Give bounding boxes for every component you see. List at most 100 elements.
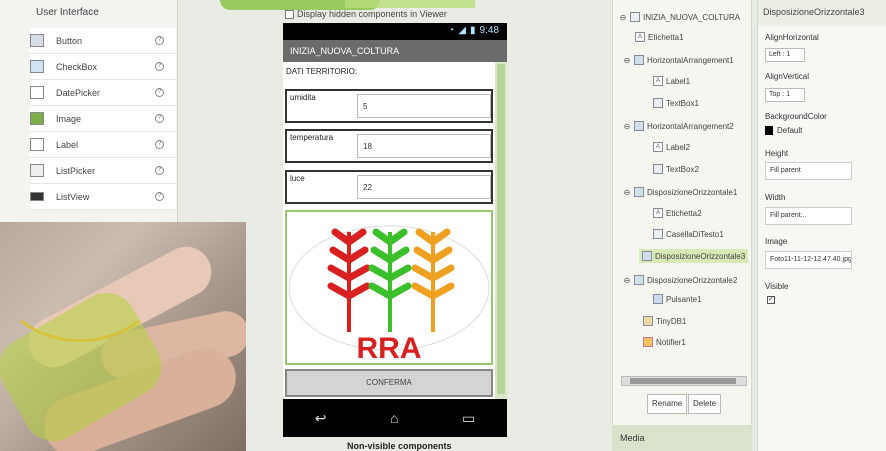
battery-icon: ▮ bbox=[470, 25, 476, 36]
tree-node-label: CasellaDiTesto1 bbox=[666, 229, 724, 239]
visible-label: Visible bbox=[765, 282, 789, 291]
image-icon bbox=[30, 112, 44, 125]
warning-icon bbox=[643, 337, 653, 347]
dati-label[interactable]: DATI TERRITORIO: bbox=[286, 67, 357, 76]
status-time: 9:48 bbox=[479, 25, 499, 36]
info-icon[interactable]: ? bbox=[155, 114, 164, 123]
info-icon[interactable]: ? bbox=[155, 88, 164, 97]
palette-item-listpicker[interactable]: ListPicker ? bbox=[30, 158, 176, 184]
width-field[interactable]: Fill parent... bbox=[765, 207, 852, 225]
recents-icon: ▭ bbox=[461, 409, 476, 426]
label2[interactable]: temperatura bbox=[290, 133, 333, 142]
palette-item-button[interactable]: Button ? bbox=[30, 28, 176, 54]
screen-icon bbox=[630, 12, 640, 22]
phone-preview: ◔ ◢ ▮ 9:48 INIZIA_NUOVA_COLTURA DATI TER… bbox=[283, 23, 507, 437]
label1[interactable]: umidita bbox=[290, 93, 316, 102]
tree-node-casella-di-testo1[interactable]: CasellaDiTesto1 bbox=[653, 229, 724, 239]
info-icon[interactable]: ? bbox=[155, 140, 164, 149]
checkbox-icon bbox=[30, 60, 44, 73]
info-icon[interactable]: ? bbox=[155, 192, 164, 201]
tree-node-tinydb1[interactable]: TinyDB1 bbox=[643, 316, 686, 326]
tree-node-label: Etichetta2 bbox=[666, 208, 702, 218]
hidden-components-label: Display hidden components in Viewer bbox=[297, 9, 447, 19]
tree-node-etichetta1[interactable]: A Etichetta1 bbox=[635, 32, 684, 42]
palette-title: User Interface bbox=[36, 7, 99, 18]
screen-scrollbar[interactable] bbox=[495, 62, 507, 399]
collapse-icon[interactable]: ⊖ bbox=[623, 188, 631, 197]
info-icon[interactable]: ? bbox=[155, 36, 164, 45]
tree-node-label: Label2 bbox=[666, 142, 691, 152]
align-vertical-select[interactable]: Top : 1 bbox=[765, 88, 805, 102]
textbox1[interactable]: 5 bbox=[357, 94, 491, 118]
tree-node-disposizione-orizzontale1[interactable]: ⊖ DisposizioneOrizzontale1 bbox=[623, 187, 737, 197]
arrangement-icon bbox=[634, 187, 644, 197]
components-tree: ⊖ INIZIA_NUOVA_COLTURA A Etichetta1 ⊖ Ho… bbox=[612, 0, 752, 425]
textbox2[interactable]: 18 bbox=[357, 134, 491, 158]
hidden-components-checkbox[interactable] bbox=[285, 9, 294, 19]
properties-component-name: DisposizioneOrizzontale3 bbox=[758, 0, 886, 26]
listpicker-icon bbox=[30, 164, 44, 177]
confirm-button[interactable]: CONFERMA bbox=[285, 369, 493, 397]
collapse-icon[interactable]: ⊖ bbox=[623, 56, 631, 65]
tree-node-label: Label1 bbox=[666, 76, 691, 86]
palette-item-datepicker[interactable]: DatePicker ? bbox=[30, 80, 176, 106]
background-color-value[interactable]: Default bbox=[777, 126, 802, 135]
tree-horizontal-scrollbar[interactable] bbox=[621, 376, 747, 386]
etichetta2[interactable]: luce bbox=[290, 174, 305, 183]
rra-logo: RRA bbox=[288, 225, 490, 363]
palette-item-listview[interactable]: ListView ? bbox=[30, 184, 176, 210]
image-label: Image bbox=[765, 237, 788, 246]
textbox-icon bbox=[653, 229, 663, 239]
tree-node-label: DisposizioneOrizzontale3 bbox=[655, 251, 746, 261]
collapse-icon[interactable]: ⊖ bbox=[623, 276, 631, 285]
tree-node-screen[interactable]: ⊖ INIZIA_NUOVA_COLTURA bbox=[619, 12, 740, 22]
tree-node-notifier1[interactable]: Notifier1 bbox=[643, 337, 686, 347]
background-color-swatch[interactable] bbox=[765, 126, 773, 135]
hand-sensor-photo bbox=[0, 222, 246, 451]
datepicker-icon bbox=[30, 86, 44, 99]
height-field[interactable]: Fill parent bbox=[765, 162, 852, 180]
palette-item-checkbox[interactable]: CheckBox ? bbox=[30, 54, 176, 80]
tree-node-label2[interactable]: A Label2 bbox=[653, 142, 690, 152]
rename-button[interactable]: Rename bbox=[647, 394, 688, 414]
horizontal-arrangement-2[interactable]: temperatura 18 bbox=[285, 129, 493, 163]
arrangement-icon bbox=[642, 251, 652, 261]
palette-item-label: DatePicker bbox=[56, 87, 101, 98]
button-icon bbox=[653, 294, 663, 304]
align-horizontal-label: AlignHorizontal bbox=[765, 33, 819, 42]
horizontal-arrangement-1[interactable]: umidita 5 bbox=[285, 89, 493, 123]
palette-item-label[interactable]: Label ? bbox=[30, 132, 176, 158]
tree-node-textbox2[interactable]: TextBox2 bbox=[653, 164, 699, 174]
info-icon[interactable]: ? bbox=[155, 166, 164, 175]
tree-node-etichetta2[interactable]: A Etichetta2 bbox=[653, 208, 702, 218]
align-horizontal-select[interactable]: Left : 1 bbox=[765, 48, 805, 62]
tree-node-label: Etichetta1 bbox=[648, 32, 684, 42]
horizontal-arrangement-3[interactable]: luce 22 bbox=[285, 170, 493, 204]
screen-canvas[interactable]: DATI TERRITORIO: umidita 5 temperatura 1… bbox=[283, 62, 507, 399]
tree-node-disposizione-orizzontale2[interactable]: ⊖ DisposizioneOrizzontale2 bbox=[623, 275, 737, 285]
collapse-icon[interactable]: ⊖ bbox=[619, 13, 627, 22]
logo-arrangement[interactable]: RRA bbox=[285, 210, 493, 365]
arrangement-icon bbox=[634, 55, 644, 65]
info-icon[interactable]: ? bbox=[155, 62, 164, 71]
listview-icon bbox=[30, 192, 44, 201]
tree-node-label1[interactable]: A Label1 bbox=[653, 76, 690, 86]
background-color-label: BackgroundColor bbox=[765, 112, 827, 121]
image-field[interactable]: Foto11-11-12-12.47.40.jpg bbox=[765, 251, 852, 269]
tree-node-pulsante1[interactable]: Pulsante1 bbox=[653, 294, 702, 304]
collapse-icon[interactable]: ⊖ bbox=[623, 122, 631, 131]
tree-node-horizontal-arrangement2[interactable]: ⊖ HorizontalArrangement2 bbox=[623, 121, 734, 131]
display-hidden-toggle[interactable]: Display hidden components in Viewer bbox=[285, 9, 447, 19]
casella-di-testo1[interactable]: 22 bbox=[357, 175, 491, 199]
label-icon: A bbox=[653, 76, 663, 86]
header-accent-2 bbox=[345, 0, 475, 8]
tree-node-textbox1[interactable]: TextBox1 bbox=[653, 98, 699, 108]
palette-item-image[interactable]: Image ? bbox=[30, 106, 176, 132]
delete-button[interactable]: Delete bbox=[688, 394, 722, 414]
tree-node-disposizione-orizzontale3[interactable]: DisposizioneOrizzontale3 bbox=[639, 249, 749, 263]
tree-node-horizontal-arrangement1[interactable]: ⊖ HorizontalArrangement1 bbox=[623, 55, 734, 65]
media-panel-header[interactable]: Media bbox=[612, 425, 752, 451]
arrangement-icon bbox=[634, 275, 644, 285]
visible-checkbox[interactable]: ✓ bbox=[767, 296, 775, 304]
label-icon: A bbox=[653, 208, 663, 218]
